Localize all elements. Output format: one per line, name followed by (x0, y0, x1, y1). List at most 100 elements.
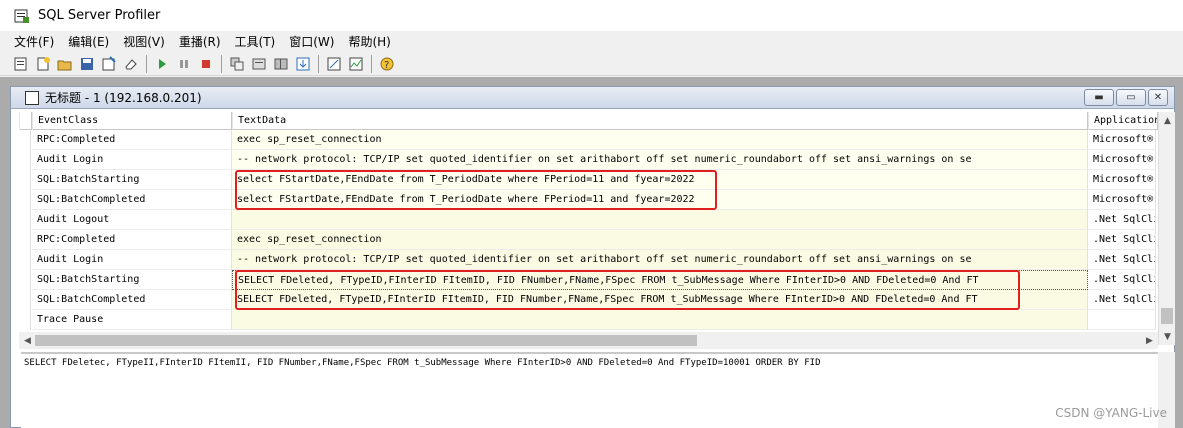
menu-bar: 文件(F) 编辑(E) 视图(V) 重播(R) 工具(T) 窗口(W) 帮助(H… (0, 31, 1183, 51)
events-icon[interactable] (226, 54, 248, 74)
cell-eventclass: SQL:BatchCompleted (32, 190, 232, 210)
cell-application: .Net SqlCli (1088, 230, 1156, 250)
table-row[interactable]: SQL:BatchCompleted select FStartDate,FEn… (19, 190, 1156, 210)
row-selector[interactable] (19, 290, 31, 310)
scroll-up-icon[interactable]: ▲ (1159, 112, 1175, 129)
trace-document-icon (25, 90, 39, 105)
cell-eventclass: SQL:BatchCompleted (32, 290, 232, 310)
grid-header: EventClass TextData Application (19, 112, 1175, 130)
stop-icon[interactable] (195, 54, 217, 74)
cell-application: .Net SqlCli (1088, 250, 1156, 270)
cell-eventclass: Audit Login (32, 150, 232, 170)
menu-file[interactable]: 文件(F) (7, 33, 61, 50)
cell-textdata: exec sp_reset_connection (232, 230, 1088, 250)
performance-monitor-icon[interactable] (345, 54, 367, 74)
menu-replay[interactable]: 重播(R) (172, 33, 228, 50)
cell-application: .Net SqlCli (1088, 270, 1156, 290)
scroll-right-icon[interactable]: ▶ (1141, 332, 1158, 349)
column-header-textdata[interactable]: TextData (232, 112, 1088, 130)
cell-application: Microsoft® (1088, 170, 1156, 190)
row-selector[interactable] (19, 230, 31, 250)
scrollbar-thumb[interactable] (35, 335, 697, 346)
cell-eventclass: Audit Logout (32, 210, 232, 230)
cell-textdata: -- network protocol: TCP/IP set quoted_i… (232, 150, 1088, 170)
new-trace-icon[interactable] (10, 54, 32, 74)
scroll-left-icon[interactable]: ◀ (19, 332, 36, 349)
menu-view[interactable]: 视图(V) (116, 33, 172, 50)
cell-textdata: -- network protocol: TCP/IP set quoted_i… (232, 250, 1088, 270)
restore-button[interactable]: ▭ (1116, 89, 1146, 106)
filter-icon[interactable] (248, 54, 270, 74)
menu-edit[interactable]: 编辑(E) (61, 33, 116, 50)
toolbar-separator (221, 54, 222, 73)
cell-application: Microsoft® (1088, 150, 1156, 170)
row-selector[interactable] (19, 190, 31, 210)
cell-textdata: select FStartDate,FEndDate from T_Period… (232, 190, 1088, 210)
cell-textdata: SELECT FDeleted, FTypeID,FInterID FItemI… (232, 270, 1088, 290)
table-row[interactable]: SQL:BatchStarting SELECT FDeleted, FType… (19, 270, 1156, 290)
table-row[interactable]: Trace Pause (19, 310, 1156, 330)
trace-window-titlebar: 无标题 - 1 (192.168.0.201) ▬ ▭ ✕ (11, 87, 1174, 109)
cell-application: Microsoft® (1088, 130, 1156, 150)
autoscroll-icon[interactable] (292, 54, 314, 74)
row-selector[interactable] (19, 170, 31, 190)
row-selector[interactable] (19, 150, 31, 170)
table-row[interactable]: RPC:Completed exec sp_reset_connection M… (19, 130, 1156, 150)
watermark: CSDN @YANG-Live (1055, 406, 1167, 420)
save-icon[interactable] (76, 54, 98, 74)
cell-eventclass: SQL:BatchStarting (32, 170, 232, 190)
eraser-icon[interactable] (120, 54, 142, 74)
table-row[interactable]: Audit Login -- network protocol: TCP/IP … (19, 250, 1156, 270)
menu-help[interactable]: 帮助(H) (341, 33, 397, 50)
database-tuning-icon[interactable] (323, 54, 345, 74)
toolbar-separator (371, 54, 372, 73)
row-selector[interactable] (19, 210, 31, 230)
cell-eventclass: RPC:Completed (32, 130, 232, 150)
toolbar: ? (0, 52, 1183, 76)
table-row[interactable]: RPC:Completed exec sp_reset_connection .… (19, 230, 1156, 250)
minimize-button[interactable]: ▬ (1084, 89, 1114, 106)
cell-textdata: exec sp_reset_connection (232, 130, 1088, 150)
cell-eventclass: RPC:Completed (32, 230, 232, 250)
cell-textdata: select FStartDate,FEndDate from T_Period… (232, 170, 1088, 190)
menu-tools[interactable]: 工具(T) (228, 33, 283, 50)
run-icon[interactable] (151, 54, 173, 74)
columns-icon[interactable] (270, 54, 292, 74)
trace-window-title: 无标题 - 1 (192.168.0.201) (45, 91, 202, 105)
toolbar-separator (146, 54, 147, 73)
column-header-eventclass[interactable]: EventClass (32, 112, 232, 130)
close-button[interactable]: ✕ (1148, 89, 1168, 106)
cell-application: Microsoft® (1088, 190, 1156, 210)
row-selector[interactable] (19, 130, 31, 150)
trace-grid: EventClass TextData Application RPC:Comp… (19, 112, 1175, 345)
app-titlebar: SQL Server Profiler (0, 0, 1183, 31)
table-row[interactable]: SQL:BatchCompleted SELECT FDeleted, FTyp… (19, 290, 1156, 310)
new-file-icon[interactable] (32, 54, 54, 74)
row-selector[interactable] (19, 310, 31, 330)
cell-textdata (232, 210, 1088, 230)
menu-window[interactable]: 窗口(W) (282, 33, 341, 50)
row-selector[interactable] (19, 270, 31, 290)
help-icon[interactable]: ? (376, 54, 398, 74)
profiler-app-icon (14, 8, 30, 24)
app-title: SQL Server Profiler (38, 8, 161, 23)
table-row[interactable]: SQL:BatchStarting select FStartDate,FEnd… (19, 170, 1156, 190)
cell-application: .Net SqlCli (1088, 210, 1156, 230)
textdata-detail-pane[interactable]: SELECT FDeletec, FTypeII,FInterID FItemI… (21, 352, 1175, 428)
pause-icon[interactable] (173, 54, 195, 74)
trace-window: 无标题 - 1 (192.168.0.201) ▬ ▭ ✕ EventClass… (10, 86, 1175, 428)
table-row[interactable]: Audit Logout .Net SqlCli (19, 210, 1156, 230)
scroll-down-icon[interactable]: ▼ (1159, 328, 1175, 345)
properties-icon[interactable] (98, 54, 120, 74)
detail-sql-text[interactable]: SELECT FDeletec, FTypeII,FInterID FItemI… (21, 354, 1175, 372)
table-row[interactable]: Audit Login -- network protocol: TCP/IP … (19, 150, 1156, 170)
cell-eventclass: Trace Pause (32, 310, 232, 330)
open-folder-icon[interactable] (54, 54, 76, 74)
column-header-application[interactable]: Application (1088, 112, 1158, 130)
row-selector[interactable] (19, 250, 31, 270)
cell-eventclass: SQL:BatchStarting (32, 270, 232, 290)
grid-horizontal-scrollbar[interactable]: ◀ ▶ (19, 332, 1158, 349)
svg-text:?: ? (384, 60, 389, 71)
scrollbar-thumb[interactable] (1161, 308, 1173, 324)
grid-vertical-scrollbar[interactable]: ▲ ▼ (1158, 112, 1175, 345)
